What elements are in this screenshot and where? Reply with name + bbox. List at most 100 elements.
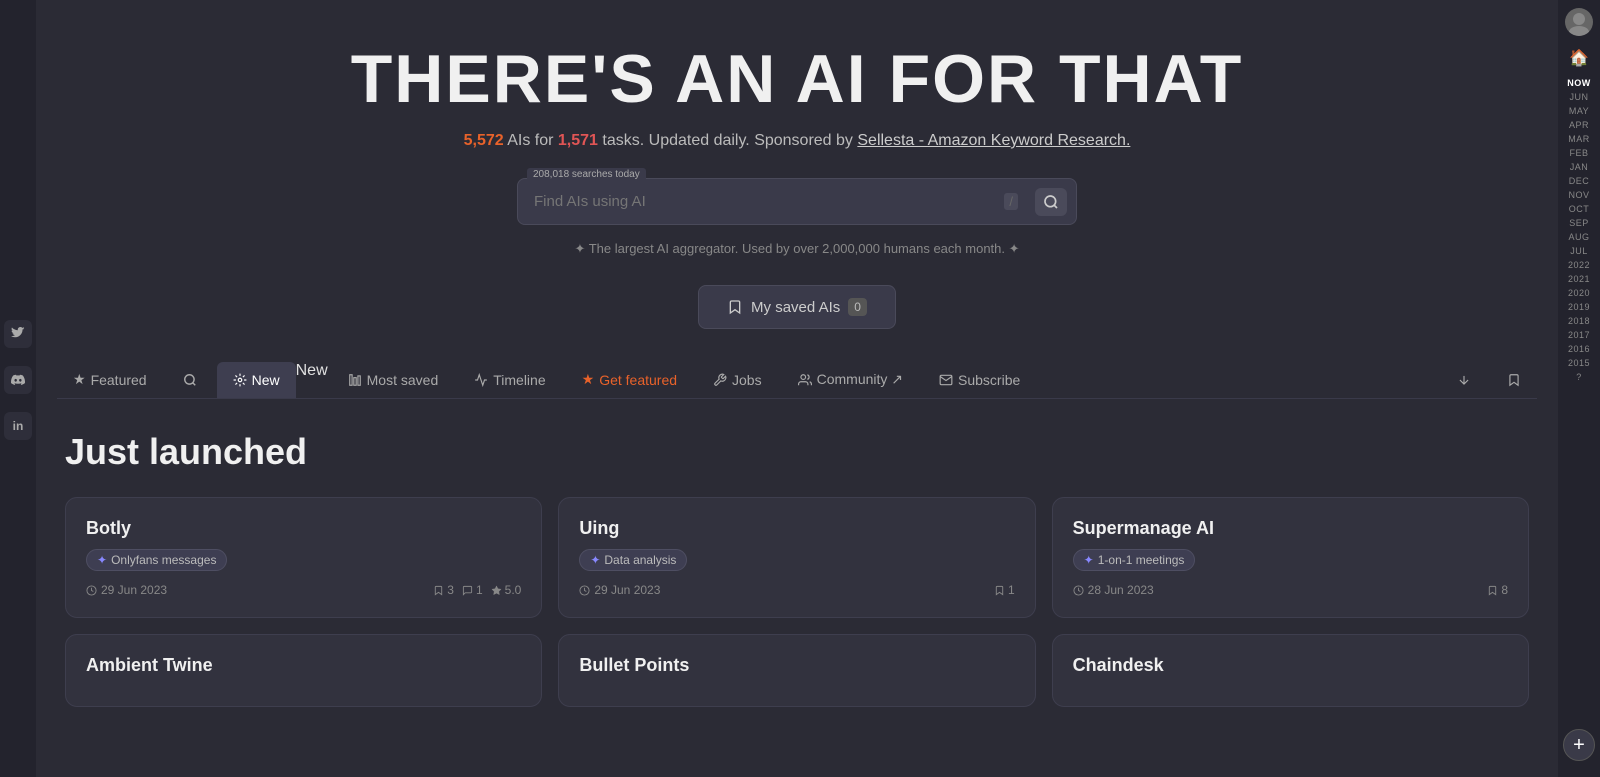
hero-title: THERE'S AN AI FOR THAT <box>351 40 1244 118</box>
time-label-2017[interactable]: 2017 <box>1567 328 1591 342</box>
time-label-jan[interactable]: JAN <box>1567 160 1591 174</box>
tab-jobs[interactable]: Jobs <box>697 362 778 398</box>
card-botly-date: 29 Jun 2023 <box>86 583 167 597</box>
twitter-icon[interactable] <box>4 320 32 348</box>
tab-get-featured[interactable]: ★ Get featured <box>566 361 693 398</box>
time-label-2018[interactable]: 2018 <box>1567 314 1591 328</box>
time-label-nov[interactable]: NOV <box>1567 188 1591 202</box>
search-button[interactable] <box>1035 188 1067 216</box>
tab-sort[interactable] <box>1441 363 1487 397</box>
add-button[interactable]: + <box>1563 729 1595 761</box>
cards-grid-partial: Ambient Twine Bullet Points Chaindesk <box>57 634 1537 707</box>
tab-new-wrapper: New New <box>217 362 328 398</box>
tab-most-saved[interactable]: Most saved <box>332 362 455 398</box>
time-label-2021[interactable]: 2021 <box>1567 272 1591 286</box>
avatar[interactable] <box>1565 8 1593 36</box>
search-slash-icon: / <box>1004 193 1018 210</box>
card-botly-tag: ✦ Onlyfans messages <box>86 549 227 571</box>
time-label-aug[interactable]: AUG <box>1567 230 1591 244</box>
star-icon: ★ <box>73 371 86 388</box>
time-label-jun[interactable]: JUN <box>1567 90 1591 104</box>
tab-subscribe-label: Subscribe <box>958 372 1020 388</box>
new-badge: New <box>296 362 328 398</box>
time-label-2020[interactable]: 2020 <box>1567 286 1591 300</box>
tab-featured-label: Featured <box>91 372 147 388</box>
card-supermanage-title: Supermanage AI <box>1073 518 1508 539</box>
time-nav: NOW JUN MAY APR MAR FEB JAN DEC NOV OCT … <box>1567 76 1591 384</box>
tab-timeline-label: Timeline <box>493 372 545 388</box>
card-ambient-twine[interactable]: Ambient Twine <box>65 634 542 707</box>
ai-count: 5,572 <box>464 132 504 149</box>
card-bullet-points[interactable]: Bullet Points <box>558 634 1035 707</box>
tab-most-saved-label: Most saved <box>367 372 439 388</box>
time-label-mar[interactable]: MAR <box>1567 132 1591 146</box>
tab-community[interactable]: Community ↗ <box>782 361 919 398</box>
tab-community-label: Community ↗ <box>817 371 903 388</box>
tab-bookmark[interactable] <box>1491 363 1537 397</box>
subtitle-ais-for: AIs for <box>507 132 558 149</box>
card-botly-title: Botly <box>86 518 521 539</box>
search-input[interactable] <box>534 193 1004 210</box>
card-supermanage-tag: ✦ 1-on-1 meetings <box>1073 549 1196 571</box>
stat-bookmarks: 8 <box>1487 583 1508 597</box>
card-ambient-twine-title: Ambient Twine <box>86 655 521 676</box>
tag-sparkle-icon: ✦ <box>590 553 600 567</box>
time-label-now[interactable]: NOW <box>1567 76 1591 90</box>
cards-grid: Botly ✦ Onlyfans messages 29 Jun 2023 3 <box>57 497 1537 618</box>
left-sidebar: in <box>0 0 36 777</box>
search-container: 208,018 searches today / <box>517 178 1077 225</box>
card-uing-tag: ✦ Data analysis <box>579 549 687 571</box>
card-supermanage-date: 28 Jun 2023 <box>1073 583 1154 597</box>
tab-timeline[interactable]: Timeline <box>458 362 561 398</box>
tagline: ✦ The largest AI aggregator. Used by ove… <box>574 241 1019 257</box>
card-chaindesk[interactable]: Chaindesk <box>1052 634 1529 707</box>
time-label-2019[interactable]: 2019 <box>1567 300 1591 314</box>
tab-new[interactable]: New <box>217 362 296 398</box>
saved-count-badge: 0 <box>848 298 867 316</box>
time-label-2015[interactable]: 2015 <box>1567 356 1591 370</box>
saved-ais-button[interactable]: My saved AIs 0 <box>698 285 896 329</box>
time-label-may[interactable]: MAY <box>1567 104 1591 118</box>
time-label-2016[interactable]: 2016 <box>1567 342 1591 356</box>
card-uing-footer: 29 Jun 2023 1 <box>579 583 1014 597</box>
time-label-dec[interactable]: DEC <box>1567 174 1591 188</box>
linkedin-icon[interactable]: in <box>4 412 32 440</box>
discord-icon[interactable] <box>4 366 32 394</box>
home-icon[interactable]: 🏠 <box>1569 48 1589 68</box>
saved-button-label: My saved AIs <box>751 299 840 316</box>
tab-jobs-label: Jobs <box>732 372 762 388</box>
get-featured-star-icon: ★ <box>582 371 595 388</box>
stat-rating: 5.0 <box>491 583 522 597</box>
time-label-sep[interactable]: SEP <box>1567 216 1591 230</box>
nav-tabs: ★ Featured New New Most saved Timeline ★ <box>57 361 1537 399</box>
card-uing[interactable]: Uing ✦ Data analysis 29 Jun 2023 1 <box>558 497 1035 618</box>
tag-sparkle-icon: ✦ <box>1084 553 1094 567</box>
time-label-feb[interactable]: FEB <box>1567 146 1591 160</box>
card-botly[interactable]: Botly ✦ Onlyfans messages 29 Jun 2023 3 <box>65 497 542 618</box>
task-count: 1,571 <box>558 132 598 149</box>
tab-subscribe[interactable]: Subscribe <box>923 362 1036 398</box>
time-label-oct[interactable]: OCT <box>1567 202 1591 216</box>
time-label-jul[interactable]: JUL <box>1567 244 1591 258</box>
hero-subtitle: 5,572 AIs for 1,571 tasks. Updated daily… <box>464 132 1131 150</box>
card-supermanage-footer: 28 Jun 2023 8 <box>1073 583 1508 597</box>
main-content: THERE'S AN AI FOR THAT 5,572 AIs for 1,5… <box>36 0 1558 707</box>
tab-featured[interactable]: ★ Featured <box>57 361 163 398</box>
card-supermanage-stats: 8 <box>1487 583 1508 597</box>
tab-get-featured-label: Get featured <box>599 372 677 388</box>
time-label-unknown[interactable]: ? <box>1567 370 1591 384</box>
card-supermanage-tag-label: 1-on-1 meetings <box>1098 553 1185 567</box>
time-label-2022[interactable]: 2022 <box>1567 258 1591 272</box>
card-uing-title: Uing <box>579 518 1014 539</box>
stat-comments: 1 <box>462 583 483 597</box>
card-supermanage-ai[interactable]: Supermanage AI ✦ 1-on-1 meetings 28 Jun … <box>1052 497 1529 618</box>
card-uing-date: 29 Jun 2023 <box>579 583 660 597</box>
section-title: Just launched <box>57 431 1537 473</box>
card-botly-stats: 3 1 5.0 <box>433 583 521 597</box>
card-uing-stats: 1 <box>994 583 1015 597</box>
tab-search[interactable] <box>167 363 213 397</box>
sponsor-link[interactable]: Sellesta - Amazon Keyword Research. <box>857 132 1130 149</box>
tab-new-label: New <box>252 372 280 388</box>
stat-bookmarks: 1 <box>994 583 1015 597</box>
time-label-apr[interactable]: APR <box>1567 118 1591 132</box>
